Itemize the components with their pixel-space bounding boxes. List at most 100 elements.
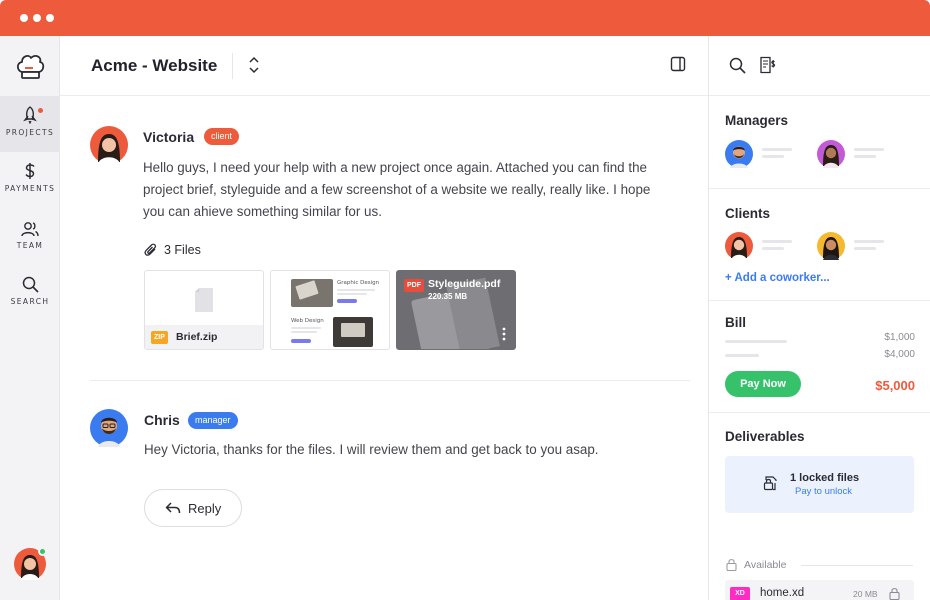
- window-minimize-dot[interactable]: [33, 14, 41, 22]
- lock-files-icon: [763, 475, 779, 496]
- avatar[interactable]: [725, 232, 753, 260]
- file-card-styleguide-pdf[interactable]: PDF Styleguide.pdf 220.35 MB: [396, 270, 516, 350]
- sidebar-item-projects[interactable]: PROJECTS: [0, 96, 60, 152]
- text-placeholder: [337, 293, 367, 295]
- pay-now-button[interactable]: Pay Now: [725, 371, 801, 397]
- online-status-dot: [38, 547, 47, 556]
- file-name: Brief.zip: [176, 331, 218, 343]
- reply-label: Reply: [188, 501, 222, 516]
- deliverable-file-home-xd[interactable]: XD home.xd 20 MB: [725, 580, 914, 600]
- message-body: Hey Victoria, thanks for the files. I wi…: [144, 439, 599, 461]
- pay-to-unlock-link[interactable]: Pay to unlock: [795, 486, 852, 497]
- text-placeholder: [762, 247, 784, 250]
- more-vertical-icon[interactable]: [501, 327, 507, 346]
- locked-files-box[interactable]: 1 locked files Pay to unlock: [725, 456, 914, 513]
- bill-amount: $4,000: [884, 349, 915, 360]
- message-line: you can ahieve something similar for us.: [143, 204, 382, 219]
- sidebar-item-label: TEAM: [16, 241, 44, 250]
- text-placeholder: [854, 148, 884, 151]
- notification-dot: [38, 108, 43, 113]
- text-placeholder: [725, 354, 759, 357]
- text-placeholder: [762, 148, 792, 151]
- file-footer: ZIP Brief.zip: [145, 325, 263, 349]
- search-icon: [22, 276, 39, 293]
- sidebar-item-team[interactable]: TEAM: [0, 211, 60, 267]
- screenshot-button: [337, 299, 357, 303]
- manager-badge: manager: [188, 412, 238, 429]
- paperclip-icon: [144, 242, 158, 263]
- bill-section: Bill $1,000 $4,000 Pay Now $5,000: [709, 301, 930, 413]
- bill-amount: $1,000: [884, 332, 915, 343]
- screenshot-heading: Graphic Design: [337, 280, 380, 286]
- message-author[interactable]: Chris: [144, 412, 180, 428]
- text-placeholder: [854, 247, 876, 250]
- add-coworker-link[interactable]: + Add a coworker...: [725, 272, 830, 284]
- users-icon: [21, 222, 39, 237]
- header-divider: [232, 53, 233, 79]
- dollar-icon: [25, 163, 35, 179]
- managers-title: Managers: [725, 113, 789, 128]
- sidebar-item-search[interactable]: SEARCH: [0, 266, 60, 322]
- bill-total: $5,000: [875, 378, 915, 393]
- text-placeholder: [291, 327, 321, 329]
- rocket-icon: [23, 106, 37, 124]
- text-placeholder: [291, 331, 317, 333]
- text-placeholder: [337, 289, 375, 291]
- avatar: [90, 409, 128, 447]
- text-placeholder: [762, 240, 792, 243]
- text-placeholder: [854, 155, 876, 158]
- sidebar: PROJECTS PAYMENTS TEAM SEARCH: [0, 36, 60, 600]
- chevron-up-down-icon[interactable]: [246, 55, 262, 75]
- chef-hat-icon[interactable]: [14, 50, 46, 82]
- page-title: Acme - Website: [91, 56, 218, 75]
- window-close-dot[interactable]: [20, 14, 28, 22]
- window-maximize-dot[interactable]: [46, 14, 54, 22]
- invoice-icon[interactable]: [759, 56, 777, 79]
- deliverables-section: Deliverables 1 locked files Pay to unloc…: [709, 413, 930, 600]
- bill-title: Bill: [725, 315, 747, 330]
- screenshot-laptop-shape: [341, 323, 365, 337]
- reply-button[interactable]: Reply: [144, 489, 242, 527]
- search-icon[interactable]: [729, 57, 746, 79]
- file-name: home.xd: [760, 587, 805, 599]
- deliverables-title: Deliverables: [725, 429, 805, 444]
- message-author[interactable]: Victoria: [143, 129, 194, 145]
- sidebar-toggle-icon[interactable]: [670, 56, 686, 72]
- lock-icon: [726, 558, 737, 576]
- right-panel: Managers Clients + Add a coworker... Bil…: [708, 36, 930, 600]
- screenshot-button: [291, 339, 311, 343]
- avatar[interactable]: [725, 140, 753, 168]
- xd-badge: XD: [730, 587, 750, 600]
- text-placeholder: [725, 340, 787, 343]
- right-panel-toolbar: [709, 36, 930, 96]
- text-placeholder: [762, 155, 784, 158]
- screenshot-heading: Web Design: [291, 318, 324, 324]
- pdf-badge: PDF: [404, 279, 424, 292]
- locked-files-count: 1 locked files: [790, 472, 860, 484]
- document-icon: [193, 287, 215, 318]
- message-line: Hello guys, I need your help with a new …: [143, 160, 647, 175]
- file-size: 220.35 MB: [428, 292, 468, 301]
- sidebar-item-payments[interactable]: PAYMENTS: [0, 152, 60, 208]
- avatar[interactable]: [817, 140, 845, 168]
- file-card-brief-zip[interactable]: ZIP Brief.zip: [144, 270, 264, 350]
- clients-title: Clients: [725, 206, 771, 221]
- zip-badge: ZIP: [151, 331, 168, 344]
- sidebar-item-label: PROJECTS: [5, 128, 55, 137]
- message-divider: [90, 380, 690, 381]
- file-name: Styleguide.pdf: [428, 278, 501, 290]
- file-size: 20 MB: [853, 589, 878, 599]
- message-line: project brief, styleguide and a few scre…: [143, 182, 651, 197]
- message-line: Hey Victoria, thanks for the files. I wi…: [144, 442, 599, 457]
- text-placeholder: [854, 240, 884, 243]
- avatar[interactable]: [817, 232, 845, 260]
- managers-section: Managers: [709, 96, 930, 189]
- sidebar-item-label: SEARCH: [10, 297, 50, 306]
- clients-section: Clients + Add a coworker...: [709, 189, 930, 301]
- client-badge: client: [204, 128, 240, 145]
- message-body: Hello guys, I need your help with a new …: [143, 157, 650, 223]
- available-label: Available: [744, 559, 787, 571]
- main-header: Acme - Website: [60, 36, 708, 96]
- files-count: 3 Files: [164, 243, 201, 257]
- file-card-screenshot[interactable]: Graphic Design Web Design: [270, 270, 390, 350]
